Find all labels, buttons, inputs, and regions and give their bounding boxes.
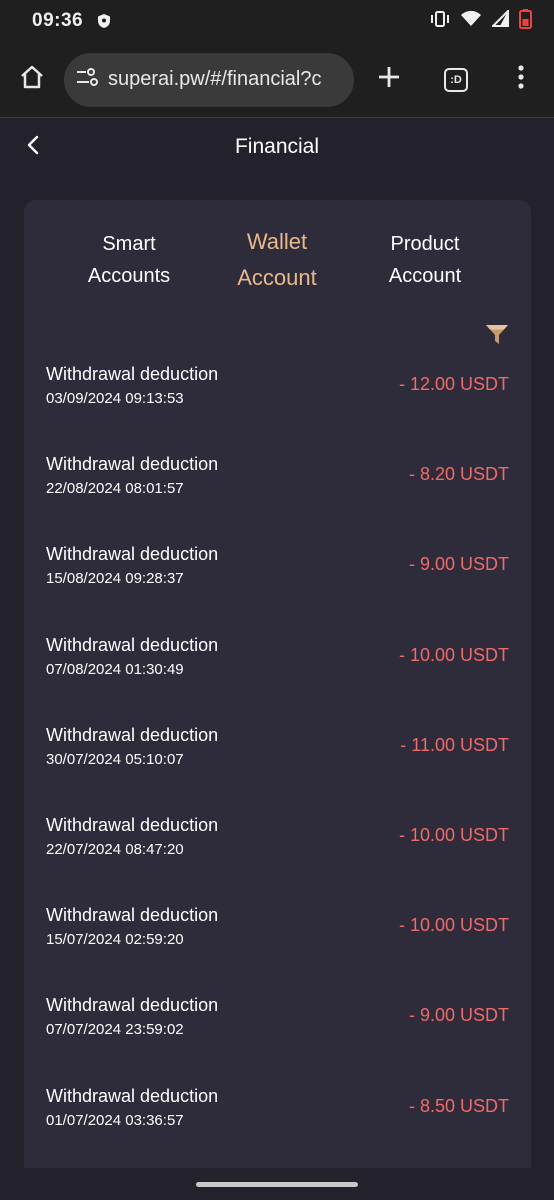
transaction-date: 30/07/2024 05:10:07	[46, 750, 184, 768]
list-item[interactable]: Withdrawal deduction 01/07/2024 03:36:57 -…	[24, 1080, 531, 1170]
transaction-date: 15/08/2024 09:28:37	[46, 570, 184, 588]
transaction-title: Withdrawal deduction	[46, 634, 219, 655]
list-item[interactable]: Withdrawal deduction 30/07/2024 05:10:07 -…	[24, 719, 531, 809]
plus-icon	[377, 65, 401, 94]
transaction-title: Withdrawal deduction	[46, 814, 219, 835]
transaction-amount: - 9.00 USDT	[408, 1005, 509, 1026]
transaction-date: 15/07/2024 02:59:20	[46, 931, 184, 949]
list-item[interactable]: Withdrawal deduction 15/07/2024 02:59:20 -…	[24, 899, 531, 989]
tab-wallet-account[interactable]: Wallet Account	[202, 224, 352, 296]
transaction-amount: - 12.00 USDT	[398, 374, 509, 394]
transaction-title: Withdrawal deduction	[46, 724, 219, 745]
status-icons	[430, 8, 532, 34]
filter-icon	[485, 325, 509, 350]
transaction-list: Withdrawal deduction 03/09/2024 09:13:53 -…	[24, 358, 531, 1170]
list-item[interactable]: Withdrawal deduction 03/09/2024 09:13:53 -…	[24, 358, 531, 448]
transaction-date: 22/08/2024 08:01:57	[46, 480, 184, 498]
status-time: 09:36	[32, 10, 84, 31]
transaction-title: Withdrawal deduction	[46, 364, 219, 384]
transaction-date: 07/07/2024 23:59:02	[46, 1021, 184, 1039]
more-vert-icon	[518, 65, 524, 94]
transaction-title: Withdrawal deduction	[46, 1085, 219, 1106]
home-button[interactable]	[0, 42, 64, 118]
tab-label-line1: Smart	[102, 233, 156, 255]
filter-button[interactable]	[485, 324, 509, 346]
browser-toolbar: superai.pw/#/financial?c :D	[0, 42, 554, 118]
shield-icon	[97, 13, 111, 29]
financial-card: Smart Accounts Wallet Account Product Ac…	[24, 200, 531, 1190]
transaction-title: Withdrawal deduction	[46, 454, 219, 475]
list-item[interactable]: Withdrawal deduction 07/07/2024 23:59:02 -…	[24, 989, 531, 1079]
transaction-amount: - 9.00 USDT	[408, 554, 509, 575]
page-title: Financial	[234, 135, 320, 158]
url-text: superai.pw/#/financial?c	[108, 68, 322, 90]
tab-label-line2: Account	[388, 265, 462, 287]
transaction-amount: - 10.00 USDT	[398, 824, 509, 845]
app-header: Financial	[0, 118, 554, 178]
wifi-icon	[460, 10, 482, 32]
tab-label-line2: Accounts	[87, 265, 171, 287]
list-item[interactable]: Withdrawal deduction 15/08/2024 09:28:37 -…	[24, 538, 531, 628]
transaction-amount: - 10.00 USDT	[398, 915, 509, 936]
tab-label-line1: Wallet	[246, 229, 308, 254]
transaction-date: 01/07/2024 03:36:57	[46, 1111, 184, 1129]
tab-smart-accounts[interactable]: Smart Accounts	[54, 228, 204, 292]
home-indicator[interactable]	[196, 1182, 358, 1187]
transaction-date: 03/09/2024 09:13:53	[46, 390, 184, 407]
browser-menu-button[interactable]	[488, 42, 554, 118]
account-tabs: Smart Accounts Wallet Account Product Ac…	[24, 200, 531, 310]
tabs-icon: :D	[444, 67, 468, 92]
list-item[interactable]: Withdrawal deduction 22/08/2024 08:01:57 -…	[24, 448, 531, 538]
transaction-date: 22/07/2024 08:47:20	[46, 840, 184, 858]
status-bar: 09:36	[0, 0, 554, 42]
transaction-amount: - 10.00 USDT	[398, 644, 509, 665]
transaction-title: Withdrawal deduction	[46, 905, 219, 926]
site-settings-icon[interactable]	[76, 67, 98, 92]
transaction-amount: - 11.00 USDT	[400, 734, 509, 755]
list-item[interactable]: Withdrawal deduction 22/07/2024 08:47:20 -…	[24, 809, 531, 899]
home-icon	[19, 64, 45, 95]
transaction-amount: - 8.50 USDT	[408, 1095, 509, 1116]
tab-label-line2: Account	[237, 265, 317, 290]
transaction-title: Withdrawal deduction	[46, 544, 219, 565]
transaction-date: 07/08/2024 01:30:49	[46, 660, 184, 678]
transaction-amount: - 8.20 USDT	[408, 464, 509, 485]
tabs-switcher-button[interactable]: :D	[424, 42, 488, 118]
new-tab-button[interactable]	[354, 42, 424, 118]
vibrate-icon	[430, 10, 450, 32]
url-bar[interactable]: superai.pw/#/financial?c	[64, 52, 354, 107]
transaction-title: Withdrawal deduction	[46, 995, 219, 1016]
gesture-nav-bar	[0, 1168, 554, 1200]
battery-low-icon	[519, 8, 532, 34]
list-item[interactable]: Withdrawal deduction 07/08/2024 01:30:49 -…	[24, 629, 531, 719]
tab-label-line1: Product	[390, 233, 460, 255]
tab-product-account[interactable]: Product Account	[350, 228, 500, 292]
signal-icon	[490, 8, 509, 32]
